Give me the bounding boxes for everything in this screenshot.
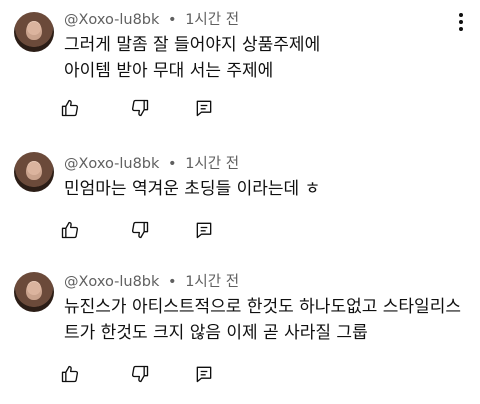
comment-text-line: 뉴진스가 아티스트적으로 한것도 하나도없고 스타일리스: [64, 297, 461, 317]
comment-meta: @Xoxo-lu8bk • 1시간 전: [64, 8, 239, 29]
more-vertical-icon[interactable]: [454, 10, 468, 34]
author-name[interactable]: @Xoxo-lu8bk: [64, 12, 159, 28]
avatar[interactable]: [14, 12, 54, 52]
author-name[interactable]: @Xoxo-lu8bk: [64, 274, 159, 290]
thumbs-down-icon[interactable]: [128, 218, 152, 242]
avatar[interactable]: [14, 272, 54, 312]
timestamp[interactable]: 1시간 전: [185, 274, 239, 290]
comment-text: 뉴진스가 아티스트적으로 한것도 하나도없고 스타일리스 트가 한것도 크지 않…: [64, 294, 461, 346]
reply-comment-icon[interactable]: [192, 362, 216, 386]
thumbs-down-icon[interactable]: [128, 96, 152, 120]
comment-text-line: 트가 한것도 크지 않음 이제 곧 사라질 그룹: [64, 323, 368, 343]
thumbs-down-icon[interactable]: [128, 362, 152, 386]
comment-text-line: 아이템 받아 무대 서는 주제에: [64, 61, 274, 81]
timestamp[interactable]: 1시간 전: [185, 12, 239, 28]
avatar[interactable]: [14, 152, 54, 192]
reply-comment-icon[interactable]: [192, 96, 216, 120]
comment-text-line: 민엄마는 역겨운 초딩들 이라는데 ㅎ: [64, 179, 321, 199]
comment-meta: @Xoxo-lu8bk • 1시간 전: [64, 152, 239, 173]
reply-comment-icon[interactable]: [192, 218, 216, 242]
comment-text: 그러게 말좀 잘 들어야지 상품주제에 아이템 받아 무대 서는 주제에: [64, 32, 320, 84]
meta-separator: •: [168, 12, 177, 28]
thumbs-up-icon[interactable]: [58, 218, 82, 242]
comment-text: 민엄마는 역겨운 초딩들 이라는데 ㅎ: [64, 176, 320, 202]
meta-separator: •: [168, 156, 177, 172]
timestamp[interactable]: 1시간 전: [185, 156, 239, 172]
comment-text-line: 그러게 말좀 잘 들어야지 상품주제에: [64, 35, 321, 55]
comment-meta: @Xoxo-lu8bk • 1시간 전: [64, 270, 239, 291]
author-name[interactable]: @Xoxo-lu8bk: [64, 156, 159, 172]
thumbs-up-icon[interactable]: [58, 362, 82, 386]
thumbs-up-icon[interactable]: [58, 96, 82, 120]
meta-separator: •: [168, 274, 177, 290]
